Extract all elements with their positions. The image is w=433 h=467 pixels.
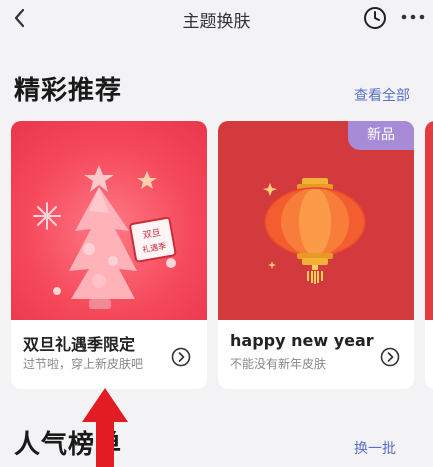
featured-section-title: 精彩推荐 [14, 76, 123, 106]
christmas-tree-illustration: 双旦 礼遇季 [33, 165, 177, 309]
theme-preview-partial [425, 121, 433, 320]
lantern-illustration [263, 178, 366, 284]
clock-icon[interactable] [362, 5, 388, 31]
card-description: 过节啦，穿上新皮肤吧 [23, 357, 144, 371]
new-badge: 新品 [348, 121, 414, 150]
chevron-right-circle-icon[interactable] [171, 347, 191, 367]
chevron-right-circle-icon[interactable] [380, 347, 400, 367]
card-title: 双旦礼遇季限定 [23, 335, 136, 354]
theme-preview-new-year [218, 121, 414, 320]
top-bar: 主题换肤 [0, 0, 433, 38]
see-all-link[interactable]: 查看全部 [354, 85, 410, 105]
pointer-arrow-icon [82, 388, 128, 467]
more-icon[interactable] [398, 8, 428, 26]
theme-card-new-year[interactable]: 新品 happy new year 不能没有新年皮肤 [218, 121, 414, 389]
theme-card-christmas[interactable]: 双旦 礼遇季 双旦礼遇季限定 过节啦，穿上新皮肤吧 [11, 121, 207, 389]
card-description: 不能没有新年皮肤 [230, 357, 327, 371]
card-title: happy new year [230, 331, 374, 350]
theme-card-partial[interactable] [425, 121, 433, 389]
theme-preview-christmas: 双旦 礼遇季 [11, 121, 207, 320]
refresh-link[interactable]: 换一批 [354, 438, 396, 458]
